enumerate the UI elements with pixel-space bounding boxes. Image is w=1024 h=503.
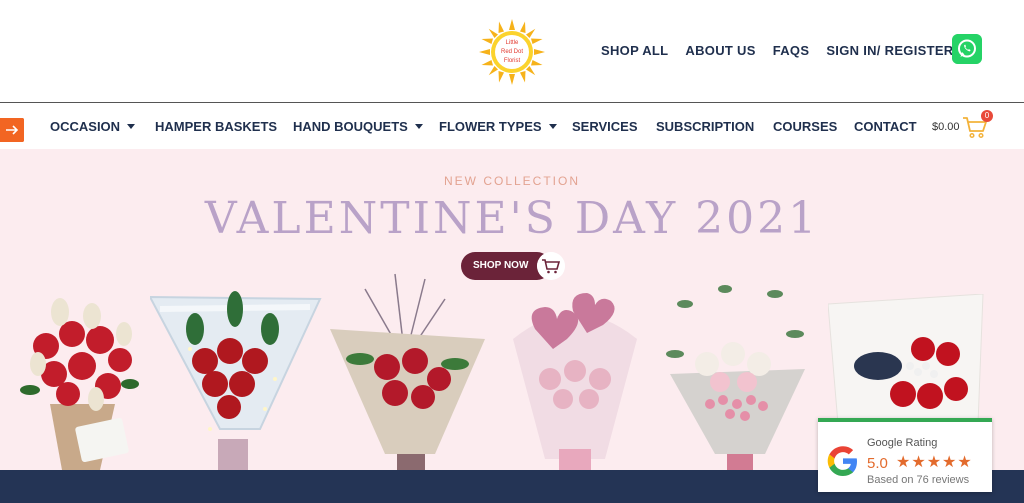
bouquet-image-3[interactable] (325, 269, 490, 470)
logo-text-line-2: Red Dot (501, 49, 523, 55)
top-header: Little Red Dot Florist SHOP ALL ABOUT US… (0, 0, 1024, 102)
google-g-icon (827, 446, 857, 476)
nav-hand-bouquets[interactable]: HAND BOUQUETS (293, 119, 423, 134)
nav-shop-all[interactable]: SHOP ALL (601, 43, 668, 58)
nav-contact[interactable]: CONTACT (854, 119, 917, 134)
nav-hand-bouquets-label: HAND BOUQUETS (293, 119, 408, 134)
rating-title: Google Rating (867, 437, 938, 449)
nav-hamper-baskets[interactable]: HAMPER BASKETS (155, 119, 277, 134)
hero-kicker: NEW COLLECTION (443, 174, 580, 188)
nav-services-label: SERVICES (572, 119, 638, 134)
logo-text-line-1: Little (506, 40, 519, 46)
arrow-right-icon[interactable] (0, 118, 24, 142)
main-nav: OCCASION HAMPER BASKETS HAND BOUQUETS FL… (0, 103, 1024, 149)
chevron-down-icon (414, 124, 423, 129)
page: Little Red Dot Florist SHOP ALL ABOUT US… (0, 0, 1024, 503)
bouquet-image-5[interactable] (655, 274, 820, 470)
cart-icon (537, 252, 565, 280)
nav-about-us[interactable]: ABOUT US (685, 43, 755, 58)
nav-courses[interactable]: COURSES (773, 119, 837, 134)
nav-subscription-label: SUBSCRIPTION (656, 119, 755, 134)
chevron-down-icon (548, 124, 557, 129)
nav-faqs[interactable]: FAQS (773, 43, 810, 58)
rating-reviews: Based on 76 reviews (867, 474, 970, 486)
logo-text-line-3: Florist (504, 58, 521, 64)
nav-contact-label: CONTACT (854, 119, 917, 134)
rating-score: 5.0 (867, 455, 888, 472)
top-nav: SHOP ALL ABOUT US FAQS SIGN IN/ REGISTER (601, 43, 970, 58)
cart-count-badge: 0 (981, 110, 993, 122)
nav-hamper-baskets-label: HAMPER BASKETS (155, 119, 278, 134)
nav-flower-types-label: FLOWER TYPES (439, 119, 542, 134)
bouquet-image-1[interactable] (20, 294, 140, 470)
nav-flower-types[interactable]: FLOWER TYPES (439, 119, 557, 134)
cart-total[interactable]: $0.00 (932, 121, 960, 133)
nav-services[interactable]: SERVICES (572, 119, 638, 134)
nav-occasion-label: OCCASION (50, 119, 121, 134)
nav-sign-in-register[interactable]: SIGN IN/ REGISTER (826, 43, 953, 58)
nav-occasion[interactable]: OCCASION (50, 119, 136, 134)
nav-subscription[interactable]: SUBSCRIPTION (656, 119, 754, 134)
rating-stars: ★★★★★ (896, 454, 973, 471)
hero-headline: VALENTINE'S DAY 2021 (204, 193, 820, 244)
bouquet-image-4[interactable] (505, 289, 645, 470)
chevron-down-icon (127, 124, 136, 129)
whatsapp-icon[interactable] (952, 34, 982, 64)
bouquet-image-2[interactable] (150, 289, 325, 470)
nav-courses-label: COURSES (773, 119, 838, 134)
google-rating-widget[interactable]: Google Rating 5.0 ★★★★★ Based on 76 revi… (818, 418, 992, 492)
brand-logo[interactable]: Little Red Dot Florist (479, 19, 545, 85)
